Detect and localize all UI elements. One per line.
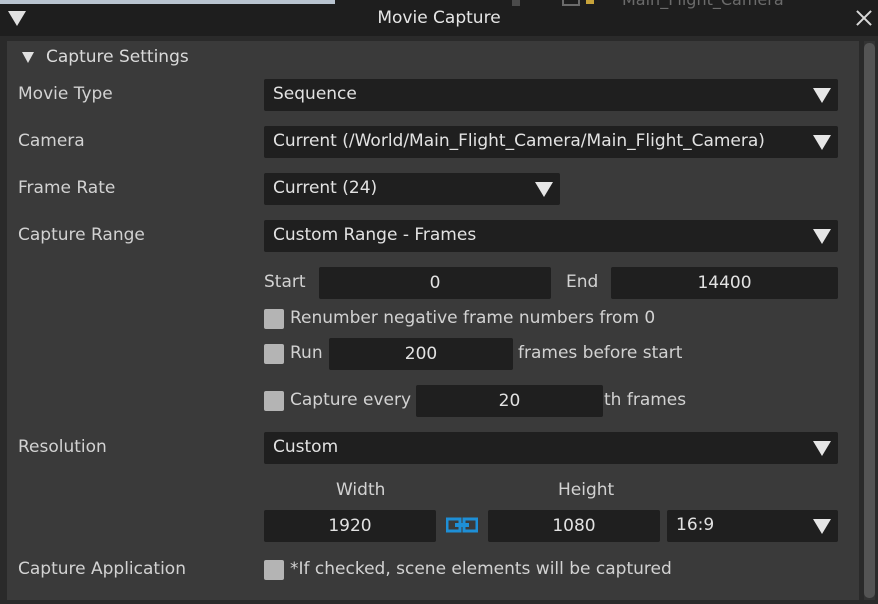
chevron-down-icon [535, 182, 553, 197]
collapse-section-icon[interactable] [22, 52, 34, 63]
capture-application-label: Capture Application [18, 559, 186, 579]
scrollbar[interactable] [864, 41, 875, 600]
frame-rate-dropdown[interactable]: Current (24) [264, 173, 560, 205]
resolution-value: Custom [273, 437, 339, 457]
background-window-edge [0, 0, 335, 4]
camera-value: Current (/World/Main_Flight_Camera/Main_… [273, 131, 765, 151]
resolution-label: Resolution [18, 437, 107, 457]
run-checkbox[interactable] [264, 344, 284, 364]
chain-link-icon[interactable] [446, 517, 478, 533]
capture-range-value: Custom Range - Frames [273, 225, 477, 245]
folder-icon [586, 0, 594, 4]
end-frame-input[interactable]: 14400 [611, 267, 838, 299]
chevron-down-icon [813, 135, 831, 150]
capture-application-note: *If checked, scene elements will be capt… [290, 559, 672, 579]
resolution-dropdown[interactable]: Custom [264, 432, 838, 464]
window-title: Movie Capture [377, 8, 501, 28]
capture-range-label: Capture Range [18, 225, 145, 245]
start-label: Start [264, 272, 306, 292]
camera-icon [562, 0, 580, 6]
run-frames-input[interactable]: 200 [329, 338, 513, 370]
section-title[interactable]: Capture Settings [46, 47, 189, 67]
width-label: Width [336, 480, 386, 500]
capture-range-dropdown[interactable]: Custom Range - Frames [264, 220, 838, 252]
run-suffix: frames before start [518, 343, 683, 363]
aspect-ratio-value: 16:9 [676, 515, 715, 535]
chevron-down-icon [813, 229, 831, 244]
aspect-ratio-dropdown[interactable]: 16:9 [667, 510, 838, 542]
capture-application-checkbox[interactable] [264, 560, 284, 580]
run-label: Run [290, 343, 323, 363]
height-label: Height [558, 480, 615, 500]
end-label: End [566, 272, 599, 292]
frame-rate-label: Frame Rate [18, 178, 116, 198]
renumber-checkbox[interactable] [264, 309, 284, 329]
camera-label: Camera [18, 131, 85, 151]
chevron-down-icon [813, 441, 831, 456]
background-window-strip [512, 0, 520, 6]
height-input[interactable]: 1080 [488, 510, 660, 542]
movie-type-dropdown[interactable]: Sequence [264, 79, 838, 111]
chevron-down-icon [813, 88, 831, 103]
width-input[interactable]: 1920 [264, 510, 436, 542]
scrollbar-thumb[interactable] [864, 43, 875, 598]
capture-every-suffix: th frames [604, 390, 687, 410]
movie-type-value: Sequence [273, 84, 357, 104]
capture-every-label: Capture every [290, 390, 412, 410]
capture-every-input[interactable]: 20 [416, 385, 603, 417]
close-icon[interactable] [855, 9, 873, 27]
renumber-label: Renumber negative frame numbers from 0 [290, 308, 656, 328]
start-frame-input[interactable]: 0 [319, 267, 551, 299]
camera-dropdown[interactable]: Current (/World/Main_Flight_Camera/Main_… [264, 126, 838, 158]
capture-every-checkbox[interactable] [264, 391, 284, 411]
title-bar: Main_Flight_Camera Movie Capture [0, 0, 878, 36]
frame-rate-value: Current (24) [273, 178, 378, 198]
movie-type-label: Movie Type [18, 84, 113, 104]
chevron-down-icon [813, 519, 831, 534]
